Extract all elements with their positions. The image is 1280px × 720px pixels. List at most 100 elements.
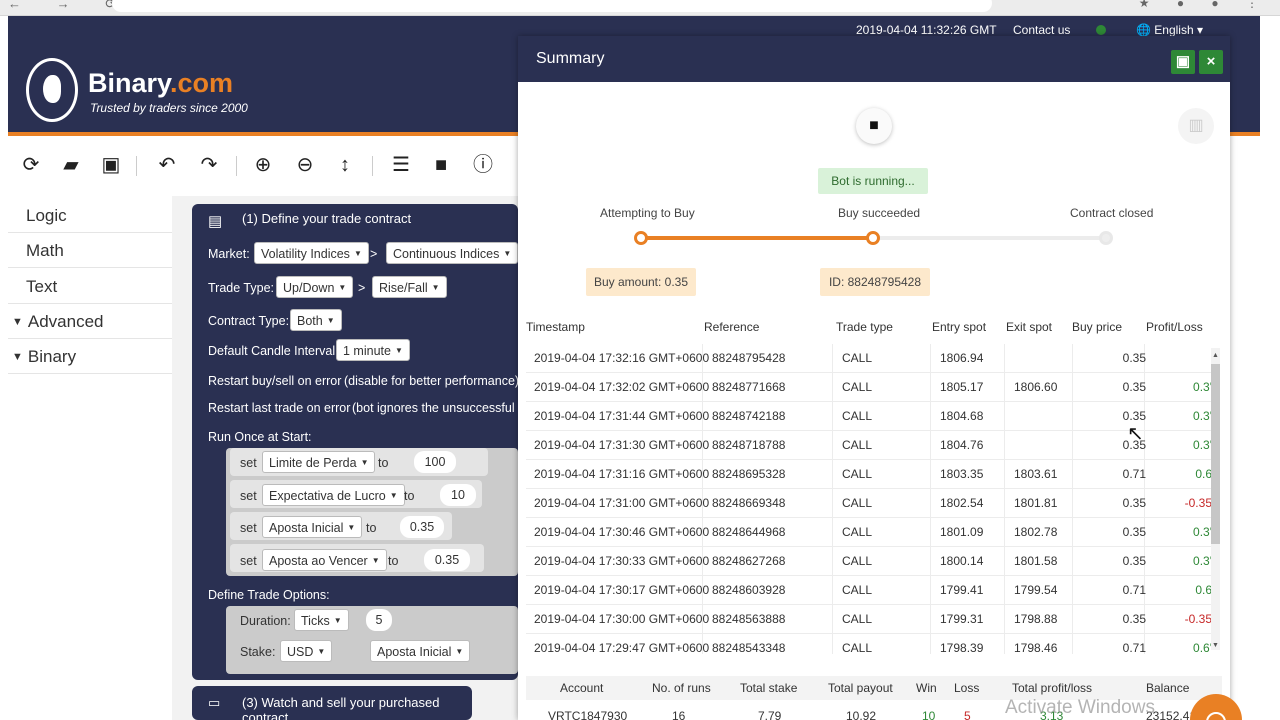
close-icon[interactable]: × [1199,50,1223,74]
table-cell: 1802.54 [940,496,984,510]
variable-dropdown[interactable]: Aposta ao Vencer ▼ [262,549,387,571]
table-cell: 2019-04-04 17:31:30 GMT+0600 [534,438,710,452]
column-divider [930,344,931,373]
duration-unit-dropdown[interactable]: Ticks ▼ [294,609,349,631]
sidebar-item-logic[interactable]: Logic [8,198,172,233]
stop-bot-button[interactable]: ■ [856,108,892,144]
sidebar-item-math[interactable]: Math [8,233,172,268]
duration-value-input[interactable]: 5 [366,609,392,631]
market-dropdown[interactable]: Volatility Indices ▼ [254,242,369,264]
address-bar[interactable] [112,0,992,12]
table-cell: 0.71 [1122,467,1146,481]
sort-icon[interactable]: ↕ [334,154,356,176]
column-divider [832,547,833,576]
variable-value-input[interactable]: 100 [414,451,456,473]
info-icon[interactable]: ⓘ [472,154,494,176]
clear-stats-icon[interactable]: ▥ [1178,108,1214,144]
restart-error-note: (disable for better performance): [344,374,523,388]
candle-interval-dropdown[interactable]: 1 minute ▼ [336,339,410,361]
summary-title: Summary [536,50,605,67]
table-cell: 2019-04-04 17:30:33 GMT+0600 [534,554,710,568]
brand-name-text: Binary [88,68,171,98]
sidebar-item-binary[interactable]: ▼ Binary [8,339,172,374]
table-cell: 0.35 [1122,380,1146,394]
document-icon: ▤ [208,213,223,230]
browser-bar: ← → ⟳ ★ ● ● ⋮ [0,0,1280,16]
variable-dropdown[interactable]: Limite de Perda ▼ [262,451,376,473]
stake-variable-value: Aposta Inicial [377,645,452,659]
table-cell: 0.3' [1193,554,1212,568]
watch-icon: ▭ [208,695,221,710]
scroll-up-icon[interactable]: ▲ [1212,352,1219,359]
blockly-workspace[interactable]: ▤ (1) Define your trade contract Market:… [172,196,523,720]
column-header: Buy price [1072,320,1123,334]
column-divider [1072,518,1073,547]
stake-currency-value: USD [287,645,314,659]
variable-dropdown[interactable]: Aposta Inicial ▼ [262,516,363,538]
stake-currency-dropdown[interactable]: USD ▼ [280,640,333,662]
total-stake: 7.79 [758,709,782,720]
to-keyword: to [366,521,377,535]
sidebar-item-text[interactable]: Text [8,269,172,304]
variable-value-input[interactable]: 0.35 [424,549,470,571]
variable-value-input[interactable]: 10 [440,484,476,506]
table-cell: 88248644968 [712,525,786,539]
contract-type-dropdown[interactable]: Both ▼ [290,309,342,331]
table-cell: 1803.61 [1014,467,1058,481]
language-selector[interactable]: 🌐 English ▾ [1136,23,1203,37]
watch-contract-block[interactable]: ▭ (3) Watch and sell your purchased cont… [192,686,472,720]
table-cell: 0.71 [1122,641,1146,654]
column-divider [1004,373,1005,402]
set-keyword: set [240,489,257,503]
save-icon[interactable]: ▣ [100,154,122,176]
variable-dropdown[interactable]: Expectativa de Lucro ▼ [262,484,405,506]
zoom-out-icon[interactable]: ⊖ [294,154,316,176]
undo-icon[interactable]: ↶ [156,154,178,176]
trade-subtype-dropdown[interactable]: Rise/Fall ▼ [372,276,447,298]
windows-activation-watermark: Activate Windows [1005,697,1155,718]
table-cell: 1801.58 [1014,554,1058,568]
variable-name: Expectativa de Lucro [269,489,386,503]
binary-logo-icon[interactable] [26,58,78,122]
table-cell: 0.3' [1193,380,1212,394]
column-divider [1072,431,1073,460]
column-divider [1072,605,1073,634]
list-icon[interactable]: ☰ [390,154,412,176]
column-header: Trade type [836,320,893,334]
contact-us-link[interactable]: Contact us [1013,23,1070,37]
trade-definition-block[interactable]: ▤ (1) Define your trade contract Market:… [192,204,523,680]
table-scrollbar-thumb[interactable] [1211,364,1220,544]
trade-type-label: Trade Type: [208,281,275,295]
table-cell: 1801.09 [940,525,984,539]
browser-extension-icons[interactable]: ★ ● ● ⋮ [1139,0,1270,10]
sidebar-item-advanced[interactable]: ▼ Advanced [8,304,172,339]
redo-icon[interactable]: ↷ [198,154,220,176]
sidebar-item-label: Advanced [27,312,104,331]
variable-value-input[interactable]: 0.35 [400,516,444,538]
open-folder-icon[interactable]: ▰ [60,154,82,176]
scroll-down-icon[interactable]: ▼ [1212,642,1219,649]
save-summary-button[interactable]: ▣ [1171,50,1195,74]
zoom-in-icon[interactable]: ⊕ [252,154,274,176]
column-header: Total profit/loss [1012,681,1093,695]
trade-type-dropdown[interactable]: Up/Down ▼ [276,276,354,298]
submarket-dropdown[interactable]: Continuous Indices ▼ [386,242,519,264]
column-divider [930,518,931,547]
brand-name[interactable]: Binary.com [88,68,233,99]
table-cell: 0.3' [1193,438,1212,452]
market-value: Volatility Indices [261,247,350,261]
variable-name: Aposta Inicial [269,521,344,535]
table-cell: 1804.68 [940,409,984,423]
transactions-table[interactable]: 2019-04-04 17:32:16 GMT+0600 88248795428 C… [526,344,1216,654]
set-keyword: set [240,554,257,568]
column-divider [1004,460,1005,489]
table-cell: 88248563888 [712,612,786,626]
table-cell: 0.35 [1122,525,1146,539]
stake-variable-dropdown[interactable]: Aposta Inicial ▼ [370,640,471,662]
reload-icon[interactable]: ⟳ [20,154,42,176]
table-cell: 88248669348 [712,496,786,510]
table-cell: 0.6 [1195,583,1212,597]
stop-icon[interactable]: ■ [430,154,452,176]
column-divider [1072,344,1073,373]
step-succeeded-label: Buy succeeded [838,206,921,220]
